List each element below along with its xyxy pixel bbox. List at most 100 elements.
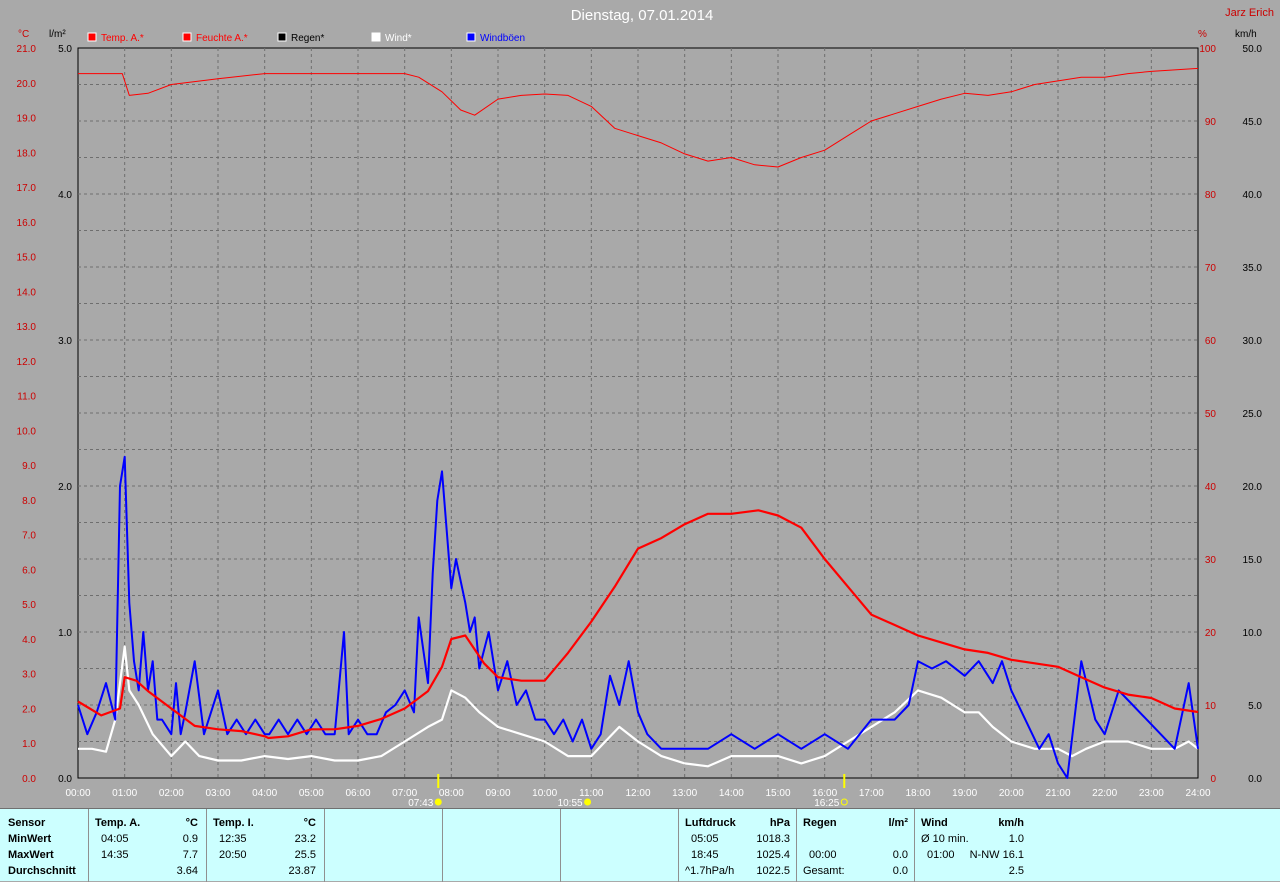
wind-unit-label: km/h bbox=[1235, 29, 1257, 40]
time-axis: 00:00 01:00 02:00 03:00 04:00 05:00 06:00 07:00… bbox=[65, 788, 1210, 799]
temp-tick-label: 7.0 bbox=[22, 531, 36, 542]
temp-a-max-time: 14:35 bbox=[101, 849, 129, 861]
time-tick-label: 12:00 bbox=[625, 788, 650, 799]
rain-value: 0.0 bbox=[892, 849, 908, 861]
temp-tick-label: 0.0 bbox=[22, 774, 36, 785]
sun-marker-icon bbox=[584, 798, 592, 806]
author-label: Jarz Erich bbox=[1225, 7, 1274, 19]
temp-tick-label: 13.0 bbox=[17, 322, 37, 333]
time-tick-label: 24:00 bbox=[1185, 788, 1210, 799]
temp-i-min-time: 12:35 bbox=[219, 833, 247, 845]
temp-tick-label: 11.0 bbox=[17, 392, 36, 403]
temp-i-min: 23.2 bbox=[294, 833, 316, 845]
time-tick-label: 13:00 bbox=[672, 788, 697, 799]
humidity-tick-label: 90 bbox=[1205, 117, 1217, 128]
temp-tick-label: 2.0 bbox=[22, 704, 36, 715]
wind-avg-label: Ø 10 min. bbox=[921, 833, 969, 845]
humidity-tick-label: 20 bbox=[1205, 628, 1217, 639]
wind-tick-label: 0.0 bbox=[1248, 774, 1262, 785]
time-tick-label: 22:00 bbox=[1092, 788, 1117, 799]
rain-tick-label: 3.0 bbox=[58, 336, 72, 347]
chart-grid bbox=[77, 47, 1199, 779]
wind-line bbox=[78, 645, 1199, 768]
wind-tick-label: 5.0 bbox=[1248, 701, 1262, 712]
temp-i-unit: °C bbox=[303, 817, 316, 829]
weather-chart: 0.0 1.0 2.0 3.0 4.0 5.0 6.0 7.0 8.0 9.0 10.0 11.0 12… bbox=[17, 7, 1274, 808]
time-tick-label: 19:00 bbox=[952, 788, 977, 799]
legend: Temp. A.* Feuchte A.* Regen* Wind* Windböen bbox=[87, 32, 525, 44]
wind-current: 2.5 bbox=[1008, 865, 1024, 877]
chart-title: Dienstag, 07.01.2014 bbox=[571, 7, 714, 24]
pressure-max-time: 18:45 bbox=[691, 849, 719, 861]
sensor-header: Sensor bbox=[8, 817, 46, 829]
time-tick-label: 23:00 bbox=[1139, 788, 1164, 799]
humidity-tick-label: 30 bbox=[1205, 555, 1217, 566]
empty-column-3 bbox=[560, 809, 678, 882]
temp-tick-label: 8.0 bbox=[22, 496, 36, 507]
temp-a-header: Temp. A. bbox=[95, 817, 141, 829]
legend-swatch bbox=[371, 32, 381, 42]
time-tick-label: 06:00 bbox=[345, 788, 370, 799]
rain-unit: l/m² bbox=[888, 817, 908, 829]
temp-i-header: Temp. I. bbox=[213, 817, 254, 829]
wind-column: Wind km/h Ø 10 min. 1.0 01:00 N-NW 16.1 … bbox=[914, 809, 1032, 882]
sun-marker-icon bbox=[840, 798, 848, 806]
temp-a-avg: 3.64 bbox=[176, 865, 198, 877]
humidity-axis: 0 10 20 30 40 50 60 70 80 90 100 bbox=[1199, 44, 1216, 785]
rain-column: Regen l/m² 00:00 0.0 Gesamt: 0.0 bbox=[796, 809, 914, 882]
time-tick-label: 14:00 bbox=[719, 788, 744, 799]
humidity-tick-label: 10 bbox=[1205, 701, 1217, 712]
sun-marker-icon bbox=[434, 798, 442, 806]
time-tick-label: 08:00 bbox=[439, 788, 464, 799]
wind-tick-label: 30.0 bbox=[1243, 336, 1263, 347]
max-label: MaxWert bbox=[8, 849, 54, 861]
temp-tick-label: 15.0 bbox=[17, 253, 37, 264]
wind-tick-label: 35.0 bbox=[1243, 263, 1263, 274]
rain-total-label: Gesamt: bbox=[803, 865, 845, 877]
temp-a-unit: °C bbox=[185, 817, 198, 829]
temp-tick-label: 3.0 bbox=[22, 670, 36, 681]
wind-tick-label: 20.0 bbox=[1243, 482, 1263, 493]
legend-swatch bbox=[277, 32, 287, 42]
summary-panel: Sensor MinWert MaxWert Durchschnitt Temp… bbox=[0, 808, 1280, 882]
rain-tick-label: 1.0 bbox=[58, 628, 72, 639]
rain-tick-label: 0.0 bbox=[58, 774, 72, 785]
temp-tick-label: 14.0 bbox=[17, 287, 37, 298]
temp-i-column: Temp. I. °C 12:35 23.2 20:50 25.5 23.87 bbox=[206, 809, 324, 882]
time-tick-label: 18:00 bbox=[905, 788, 930, 799]
legend-label: Regen* bbox=[291, 33, 324, 44]
temp-tick-label: 9.0 bbox=[22, 461, 36, 472]
rain-total: 0.0 bbox=[892, 865, 908, 877]
pressure-min-time: 05:05 bbox=[691, 833, 719, 845]
temp-i-max: 25.5 bbox=[294, 849, 316, 861]
temp-tick-label: 21.0 bbox=[17, 44, 37, 55]
temp-axis: 0.0 1.0 2.0 3.0 4.0 5.0 6.0 7.0 8.0 9.0 10.0 11.0 12… bbox=[17, 44, 37, 785]
legend-label: Feuchte A.* bbox=[196, 33, 248, 44]
wind-avg: 1.0 bbox=[1008, 833, 1024, 845]
pressure-unit: hPa bbox=[769, 817, 790, 829]
humidity-tick-label: 40 bbox=[1205, 482, 1217, 493]
time-tick-label: 04:00 bbox=[252, 788, 277, 799]
legend-label: Wind* bbox=[385, 33, 412, 44]
empty-column-1 bbox=[324, 809, 442, 882]
humidity-tick-label: 50 bbox=[1205, 409, 1217, 420]
pressure-trend: ^1.7hPa/h bbox=[685, 865, 735, 877]
temp-tick-label: 12.0 bbox=[17, 357, 37, 368]
wind-max-time: 01:00 bbox=[927, 849, 955, 861]
time-tick-label: 01:00 bbox=[112, 788, 137, 799]
sun-marker-label: 10:55 bbox=[558, 798, 583, 808]
temp-i-avg: 23.87 bbox=[288, 865, 316, 877]
temp-tick-label: 17.0 bbox=[17, 183, 37, 194]
legend-swatch bbox=[466, 32, 476, 42]
pressure-current: 1022.5 bbox=[756, 865, 790, 877]
sun-marker-label: 07:43 bbox=[408, 798, 433, 808]
rain-unit-label: l/m² bbox=[49, 29, 66, 40]
time-tick-label: 00:00 bbox=[65, 788, 90, 799]
humidity-tick-label: 0 bbox=[1210, 774, 1216, 785]
wind-tick-label: 45.0 bbox=[1243, 117, 1263, 128]
pressure-header: Luftdruck bbox=[685, 817, 736, 829]
rain-tick-label: 5.0 bbox=[58, 44, 72, 55]
pressure-max: 1025.4 bbox=[756, 849, 790, 861]
time-tick-label: 03:00 bbox=[205, 788, 230, 799]
temp-a-max: 7.7 bbox=[182, 849, 198, 861]
